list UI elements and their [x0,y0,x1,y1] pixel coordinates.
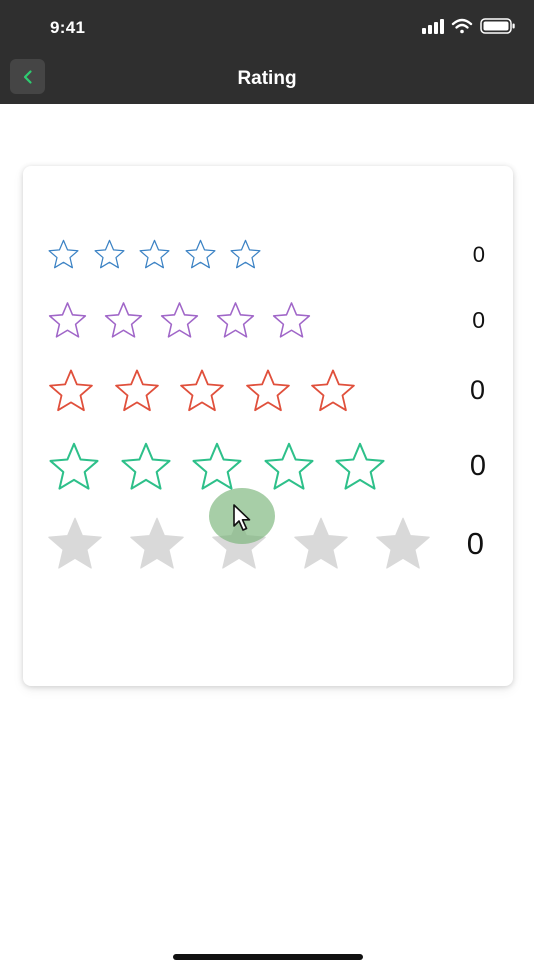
star-icon[interactable] [113,367,161,415]
rating-card: 0 0 0 0 0 [23,166,513,686]
rating-row-green: 0 [23,440,513,494]
rating-value: 0 [469,450,486,482]
rating-row-blue: 0 [23,238,513,271]
star-icon[interactable] [184,238,217,271]
star-icon[interactable] [45,514,105,574]
star-icon[interactable] [93,238,126,271]
mouse-cursor-icon [233,504,251,531]
star-icon[interactable] [47,440,101,494]
star-icon[interactable] [373,514,433,574]
battery-icon [480,18,515,34]
rating-value: 0 [469,375,485,405]
star-icon[interactable] [291,514,351,574]
star-icon[interactable] [271,300,312,341]
star-icon[interactable] [309,367,357,415]
star-icon[interactable] [333,440,387,494]
star-icon[interactable] [244,367,292,415]
star-icon[interactable] [103,300,144,341]
star-icon[interactable] [47,238,80,271]
rating-row-purple: 0 [23,300,513,341]
page-title: Rating [237,68,297,89]
star-icon[interactable] [262,440,316,494]
star-icon[interactable] [159,300,200,341]
star-icon[interactable] [229,238,262,271]
rating-row-red: 0 [23,367,513,415]
star-icon[interactable] [47,367,95,415]
signal-icon [422,19,444,34]
navigation-bar: Rating [0,56,534,104]
star-icon[interactable] [138,238,171,271]
star-icon[interactable] [215,300,256,341]
status-icons [418,16,518,36]
star-icon[interactable] [190,440,244,494]
rating-value: 0 [472,242,485,267]
rating-value: 0 [472,307,485,333]
home-indicator [173,954,363,960]
rating-value: 0 [466,526,484,561]
star-icon[interactable] [47,300,88,341]
star-icon[interactable] [127,514,187,574]
star-icon[interactable] [119,440,173,494]
status-bar: 9:41 [0,0,534,56]
status-time: 9:41 [50,18,86,37]
star-icon[interactable] [178,367,226,415]
wifi-icon [451,18,473,34]
